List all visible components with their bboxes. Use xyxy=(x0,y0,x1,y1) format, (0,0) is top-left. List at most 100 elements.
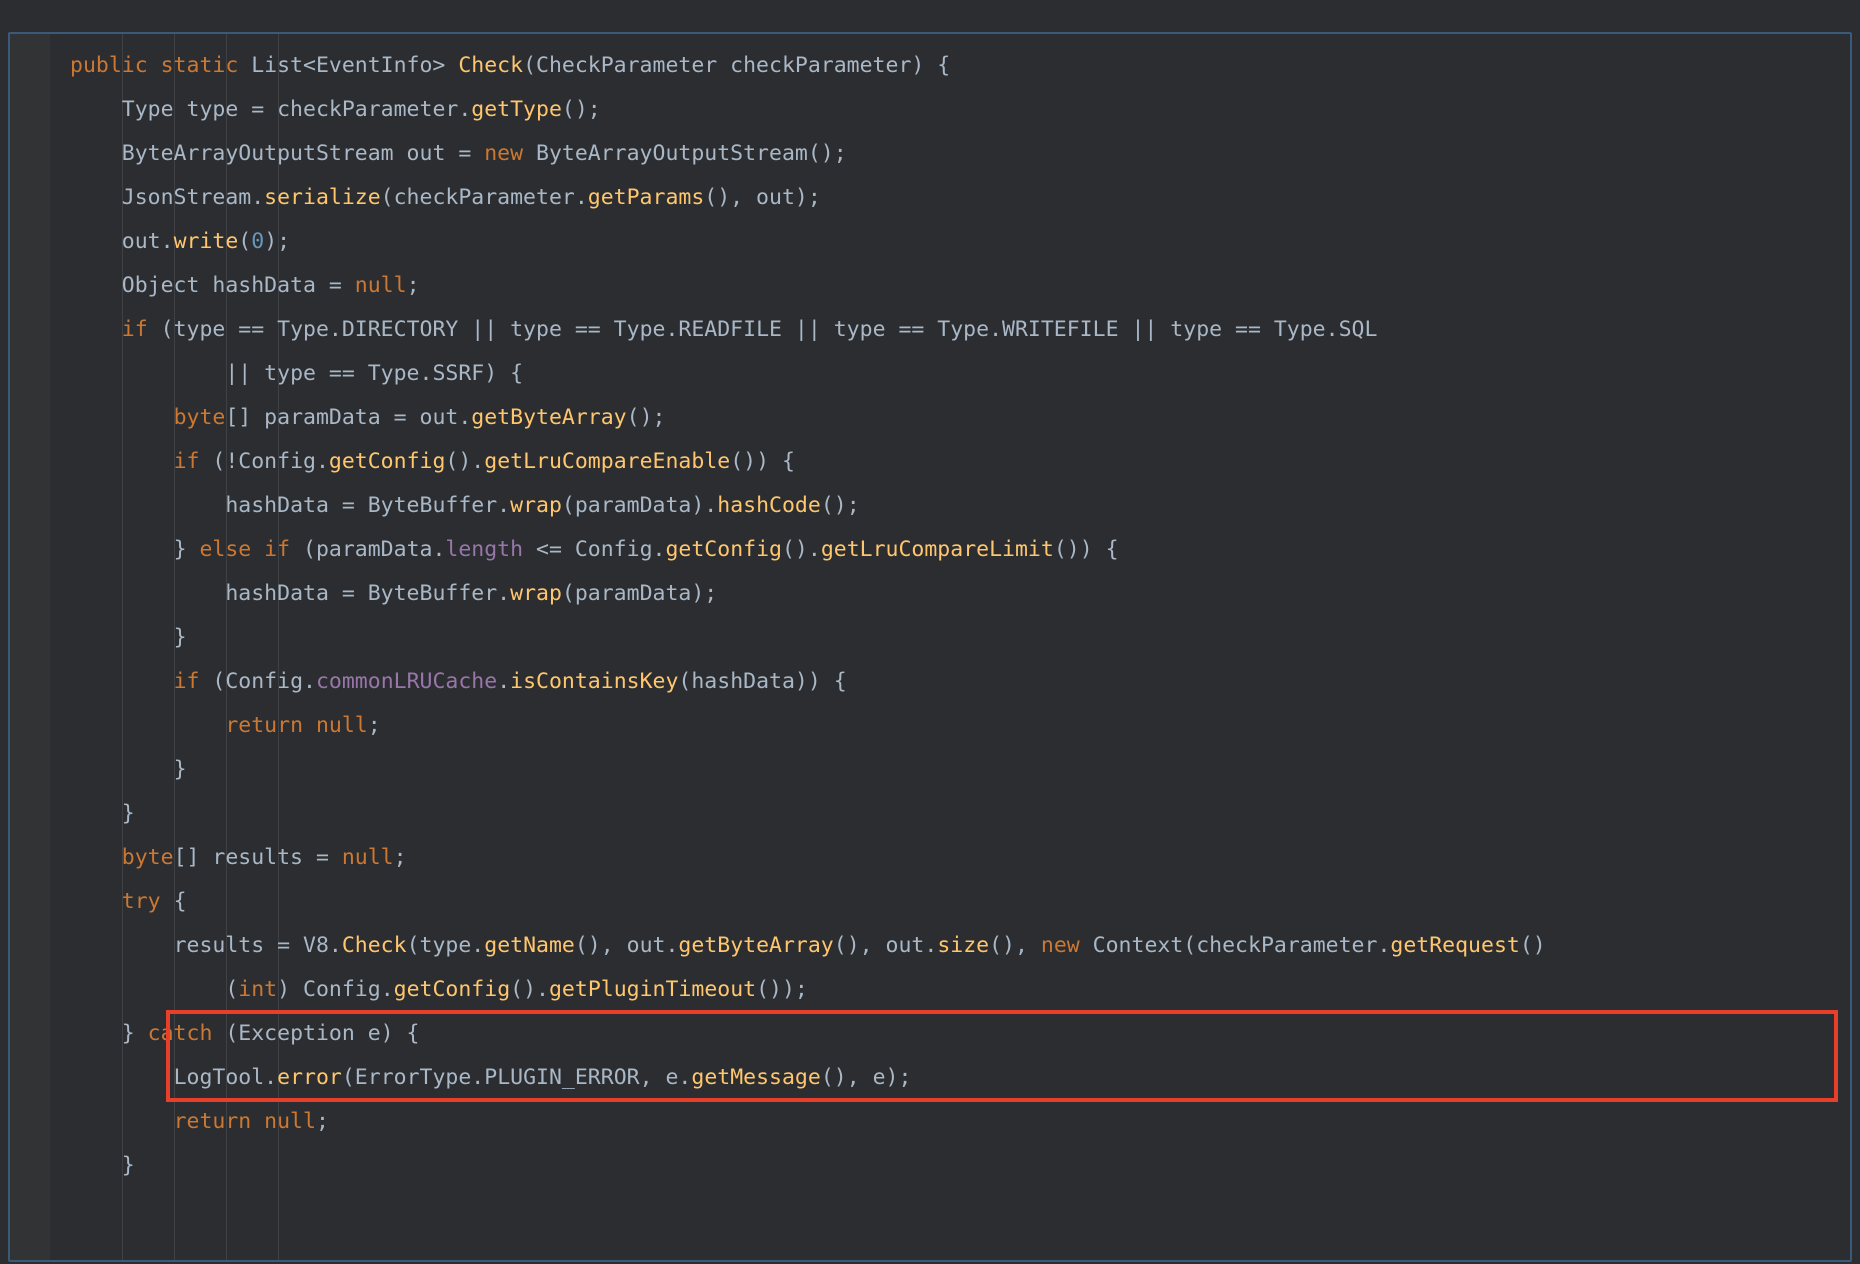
code-line[interactable]: } xyxy=(10,1144,1850,1188)
token: ( xyxy=(238,229,251,254)
token: (CheckParameter checkParameter) { xyxy=(523,53,950,78)
token: out. xyxy=(122,229,174,254)
token: (Config. xyxy=(212,669,316,694)
token: size xyxy=(937,933,989,958)
token: Type type = checkParameter. xyxy=(122,97,472,122)
token: results = V8. xyxy=(174,933,342,958)
token: if xyxy=(174,669,213,694)
token: getRequest xyxy=(1390,933,1519,958)
code-line[interactable]: hashData = ByteBuffer.wrap(paramData).ha… xyxy=(10,484,1850,528)
token: (paramData. xyxy=(303,537,445,562)
token: WRITEFILE xyxy=(1002,317,1131,342)
token: (), e); xyxy=(821,1065,912,1090)
code-line[interactable]: public static List<EventInfo> Check(Chec… xyxy=(10,44,1850,88)
code-editor[interactable]: public static List<EventInfo> Check(Chec… xyxy=(8,32,1852,1262)
token: (!Config. xyxy=(212,449,329,474)
code-area[interactable]: public static List<EventInfo> Check(Chec… xyxy=(10,44,1850,1188)
token: (). xyxy=(445,449,484,474)
token: length xyxy=(445,537,536,562)
token: null xyxy=(342,845,394,870)
token: getByteArray xyxy=(678,933,833,958)
token: } xyxy=(122,1153,135,1178)
token: write xyxy=(174,229,239,254)
code-line[interactable]: return null; xyxy=(10,704,1850,748)
token: ()) { xyxy=(1054,537,1119,562)
code-line[interactable]: out.write(0); xyxy=(10,220,1850,264)
code-line[interactable]: Object hashData = null; xyxy=(10,264,1850,308)
token: if xyxy=(174,449,213,474)
code-line[interactable]: byte[] paramData = out.getByteArray(); xyxy=(10,396,1850,440)
token: || type == Type. xyxy=(471,317,678,342)
token: commonLRUCache xyxy=(316,669,497,694)
token: return xyxy=(174,1109,265,1134)
code-line[interactable]: results = V8.Check(type.getName(), out.g… xyxy=(10,924,1850,968)
code-line[interactable]: } xyxy=(10,748,1850,792)
code-line[interactable]: if (!Config.getConfig().getLruCompareEna… xyxy=(10,440,1850,484)
token: (type == Type. xyxy=(161,317,342,342)
token: (ErrorType. xyxy=(342,1065,484,1090)
code-line[interactable]: if (Config.commonLRUCache.isContainsKey(… xyxy=(10,660,1850,704)
code-line[interactable]: } xyxy=(10,792,1850,836)
code-line[interactable]: } xyxy=(10,616,1850,660)
code-line[interactable]: return null; xyxy=(10,1100,1850,1144)
token: ByteArrayOutputStream(); xyxy=(536,141,847,166)
token: getName xyxy=(484,933,575,958)
token: getConfig xyxy=(665,537,782,562)
token: } xyxy=(122,1021,148,1046)
code-line[interactable]: } else if (paramData.length <= Config.ge… xyxy=(10,528,1850,572)
token: SSRF xyxy=(432,361,484,386)
token: int xyxy=(238,977,277,1002)
token: (paramData). xyxy=(562,493,717,518)
token: List<EventInfo> xyxy=(251,53,458,78)
token: getByteArray xyxy=(471,405,626,430)
token: ()) { xyxy=(730,449,795,474)
token: ; xyxy=(394,845,407,870)
code-line[interactable]: LogTool.error(ErrorType.PLUGIN_ERROR, e.… xyxy=(10,1056,1850,1100)
code-line[interactable]: try { xyxy=(10,880,1850,924)
code-line[interactable]: || type == Type.SSRF) { xyxy=(10,352,1850,396)
token: ) { xyxy=(484,361,523,386)
token: byte xyxy=(174,405,226,430)
token: public xyxy=(70,53,161,78)
token: isContainsKey xyxy=(510,669,678,694)
token: ; xyxy=(316,1109,329,1134)
token: new xyxy=(1041,933,1093,958)
token: . xyxy=(497,669,510,694)
token: wrap xyxy=(510,493,562,518)
code-line[interactable]: ByteArrayOutputStream out = new ByteArra… xyxy=(10,132,1850,176)
code-line[interactable]: if (type == Type.DIRECTORY || type == Ty… xyxy=(10,308,1850,352)
token: ByteArrayOutputStream out = xyxy=(122,141,484,166)
code-line[interactable]: byte[] results = null; xyxy=(10,836,1850,880)
token: (), out); xyxy=(704,185,821,210)
code-line[interactable]: JsonStream.serialize(checkParameter.getP… xyxy=(10,176,1850,220)
token: || type == Type. xyxy=(225,361,432,386)
token: getType xyxy=(471,97,562,122)
token: } xyxy=(174,757,187,782)
token: null xyxy=(316,713,368,738)
code-line[interactable]: hashData = ByteBuffer.wrap(paramData); xyxy=(10,572,1850,616)
token: Object hashData = xyxy=(122,273,355,298)
token: null xyxy=(355,273,407,298)
token: (Exception e) { xyxy=(225,1021,419,1046)
token: if xyxy=(122,317,161,342)
code-line[interactable]: Type type = checkParameter.getType(); xyxy=(10,88,1850,132)
token: { xyxy=(174,889,187,914)
token: } xyxy=(174,625,187,650)
token: wrap xyxy=(510,581,562,606)
token: serialize xyxy=(264,185,381,210)
token: getLruCompareLimit xyxy=(821,537,1054,562)
token: return xyxy=(225,713,316,738)
token: ); xyxy=(264,229,290,254)
code-line[interactable]: (int) Config.getConfig().getPluginTimeou… xyxy=(10,968,1850,1012)
token: (). xyxy=(510,977,549,1002)
token: LogTool. xyxy=(174,1065,278,1090)
token: null xyxy=(264,1109,316,1134)
token: , e. xyxy=(640,1065,692,1090)
token: error xyxy=(277,1065,342,1090)
token: (), out. xyxy=(834,933,938,958)
token: Check xyxy=(342,933,407,958)
code-line[interactable]: } catch (Exception e) { xyxy=(10,1012,1850,1056)
token: [] paramData = out. xyxy=(225,405,471,430)
token: getPluginTimeout xyxy=(549,977,756,1002)
token: <= Config. xyxy=(536,537,665,562)
